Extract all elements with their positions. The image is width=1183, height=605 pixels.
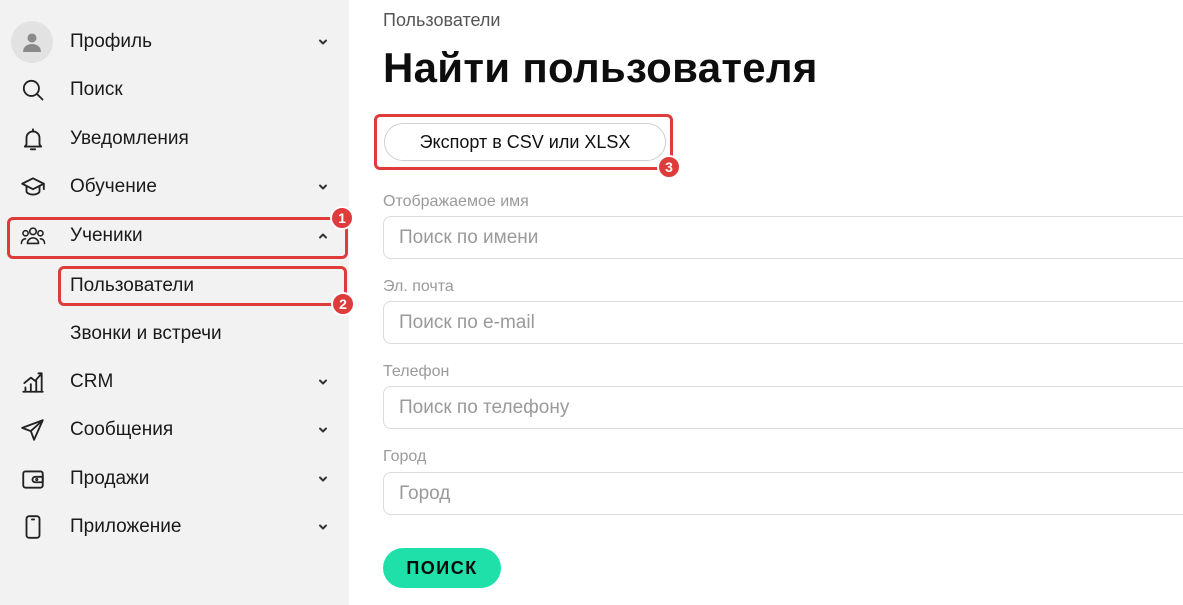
sidebar-subitem-label: Пользователи [70, 275, 195, 296]
city-input[interactable] [383, 472, 1183, 515]
chevron-down-icon[interactable] [316, 472, 330, 486]
send-icon [18, 415, 48, 445]
sidebar-item-sales[interactable]: Продажи [0, 457, 349, 501]
sidebar-item-label: CRM [70, 371, 114, 392]
sidebar-item-messages[interactable]: Сообщения [0, 408, 349, 452]
chevron-down-icon[interactable] [316, 35, 330, 49]
chevron-up-icon[interactable] [316, 229, 330, 243]
email-input[interactable] [383, 301, 1183, 344]
sidebar-item-profile[interactable]: Профиль [0, 20, 349, 64]
sidebar-item-search[interactable]: Поиск [0, 68, 349, 112]
sidebar-item-label: Уведомления [70, 128, 189, 149]
sidebar-subitem-users[interactable]: Пользователи [0, 264, 349, 308]
sidebar-item-notifications[interactable]: Уведомления [0, 117, 349, 161]
avatar[interactable] [11, 21, 53, 63]
app-window: Профиль Поиск Уведомления Обучение Учени… [0, 0, 1183, 605]
sidebar-item-label: Приложение [70, 516, 182, 537]
annotation-badge-3: 3 [657, 155, 681, 179]
sidebar-item-label: Ученики [70, 225, 143, 246]
city-label: Город [383, 448, 427, 465]
bell-icon [18, 124, 48, 154]
sidebar-item-label: Продажи [70, 468, 150, 489]
sidebar-item-label: Обучение [70, 176, 157, 197]
sidebar-item-label: Поиск [70, 79, 123, 100]
sidebar-subitem-label: Звонки и встречи [70, 323, 222, 344]
annotation-badge-1: 1 [330, 206, 354, 230]
sidebar-item-crm[interactable]: CRM [0, 360, 349, 404]
chevron-down-icon[interactable] [316, 520, 330, 534]
wallet-icon [18, 464, 48, 494]
smartphone-icon [18, 512, 48, 542]
sidebar-item-learning[interactable]: Обучение [0, 165, 349, 209]
graduation-cap-icon [18, 172, 48, 202]
page-title: Найти пользователя [383, 44, 818, 91]
search-button[interactable]: ПОИСК [383, 548, 501, 588]
breadcrumb[interactable]: Пользователи [383, 10, 500, 31]
sidebar-subitem-calls[interactable]: Звонки и встречи [0, 312, 349, 356]
chevron-down-icon[interactable] [316, 423, 330, 437]
display-name-input[interactable] [383, 216, 1183, 259]
annotation-badge-2: 2 [331, 292, 355, 316]
bar-chart-icon [18, 367, 48, 397]
phone-input[interactable] [383, 386, 1183, 429]
sidebar-item-students[interactable]: Ученики [0, 214, 349, 258]
sidebar: Профиль Поиск Уведомления Обучение Учени… [0, 0, 349, 605]
search-icon [18, 75, 48, 105]
export-csv-xlsx-button[interactable]: Экспорт в CSV или XLSX [384, 123, 666, 161]
users-icon [18, 221, 48, 251]
sidebar-item-label: Профиль [70, 31, 153, 52]
sidebar-item-label: Сообщения [70, 419, 174, 440]
email-label: Эл. почта [383, 278, 454, 295]
phone-label: Телефон [383, 363, 450, 380]
chevron-down-icon[interactable] [316, 375, 330, 389]
chevron-down-icon[interactable] [316, 180, 330, 194]
main-content: Пользователи Найти пользователя Экспорт … [383, 0, 1183, 605]
user-icon [23, 33, 41, 52]
display-name-label: Отображаемое имя [383, 193, 529, 210]
sidebar-item-app[interactable]: Приложение [0, 505, 349, 549]
